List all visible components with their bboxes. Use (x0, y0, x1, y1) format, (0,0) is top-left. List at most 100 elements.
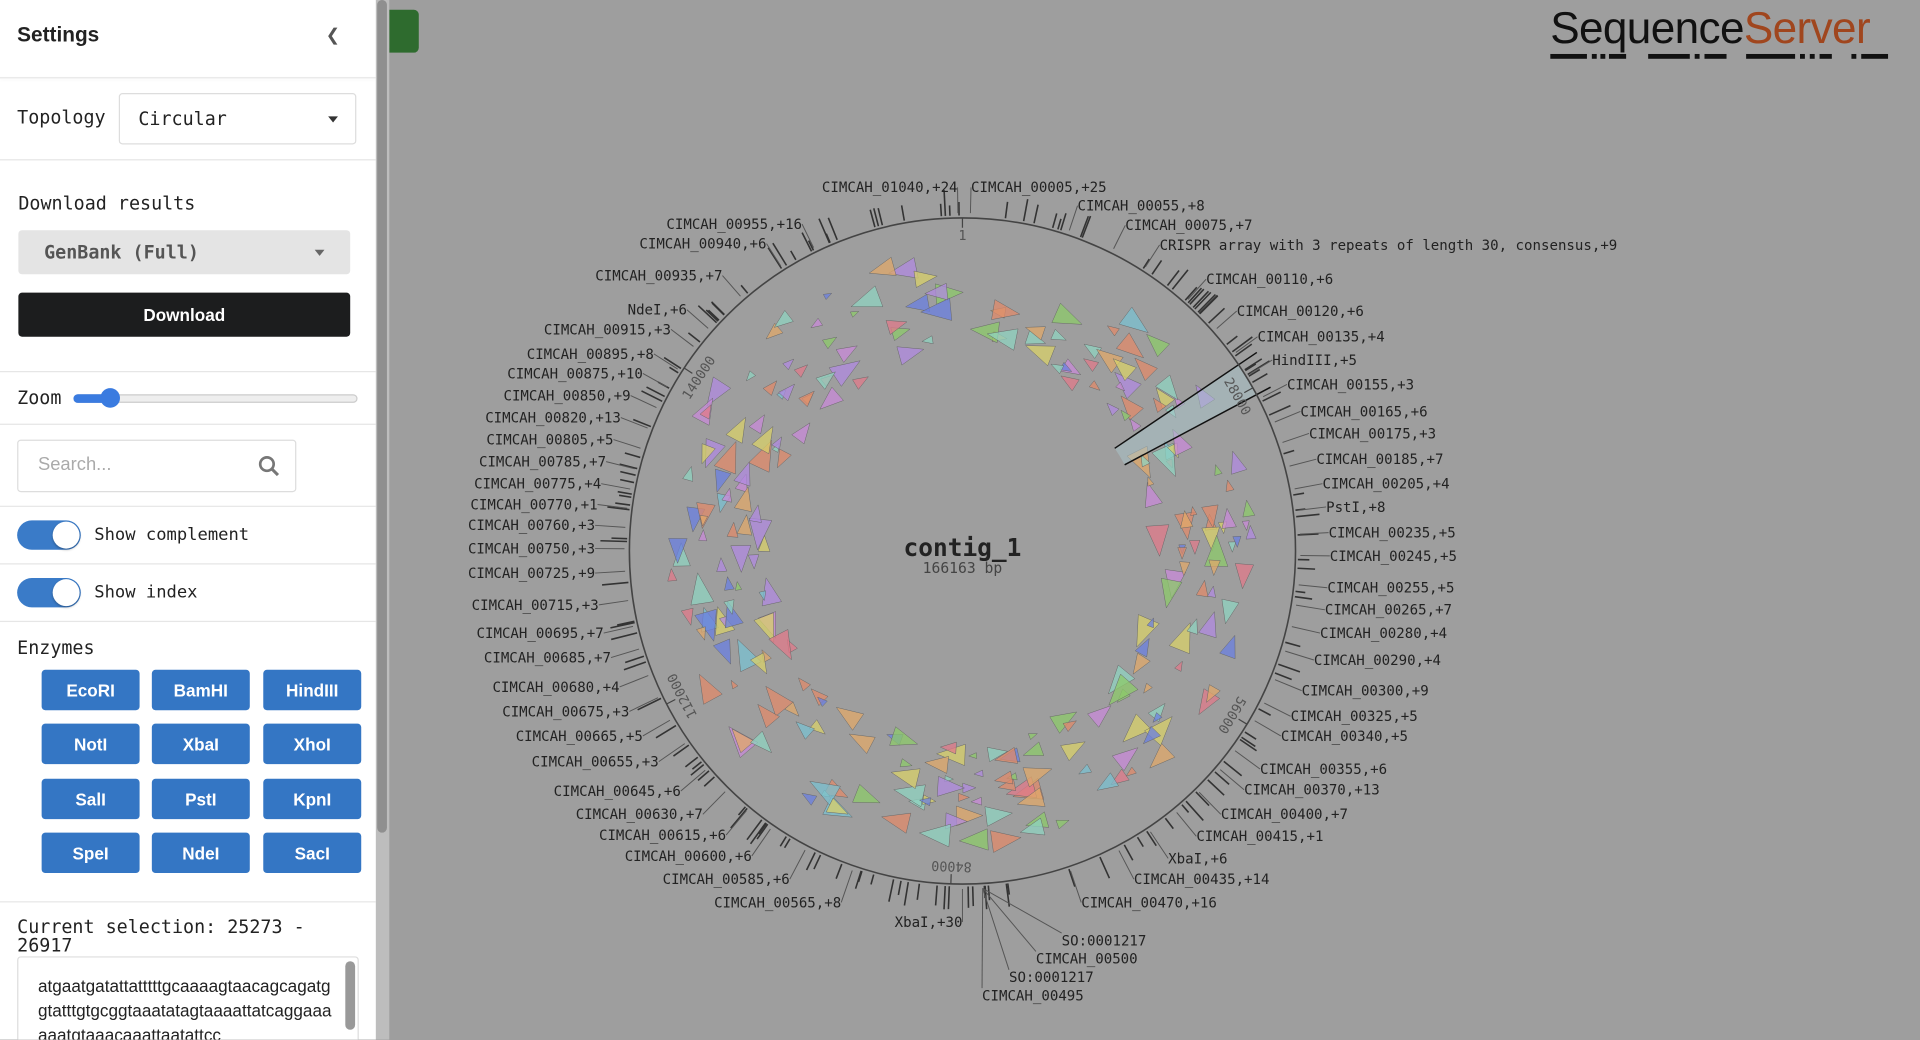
feature-label[interactable]: CIMCAH_00205,+4 (1322, 477, 1449, 493)
feature-label[interactable]: NdeI,+6 (628, 303, 687, 319)
feature-label[interactable]: CIMCAH_00075,+7 (1125, 218, 1252, 234)
feature-label[interactable]: CIMCAH_00245,+5 (1330, 549, 1457, 565)
feature-label[interactable]: CIMCAH_00470,+16 (1081, 895, 1217, 911)
feature-label[interactable]: CIMCAH_00135,+4 (1258, 330, 1385, 346)
label-leader (767, 244, 781, 266)
feature-label[interactable]: CIMCAH_00695,+7 (477, 626, 604, 642)
feature-tick (941, 204, 942, 216)
feature-label[interactable]: CIMCAH_00585,+6 (663, 872, 790, 888)
feature-label[interactable]: CIMCAH_00940,+6 (639, 237, 766, 253)
feature-arrow (748, 555, 759, 569)
feature-label[interactable]: SO:0001217 (1062, 933, 1147, 949)
feature-label[interactable]: CIMCAH_00645,+6 (554, 784, 681, 800)
label-leader (726, 811, 746, 835)
feature-label[interactable]: CIMCAH_00615,+6 (599, 828, 726, 844)
feature-label[interactable]: CIMCAH_00935,+7 (595, 268, 722, 284)
feature-label[interactable]: CIMCAH_00675,+3 (502, 704, 629, 720)
feature-label[interactable]: CIMCAH_00785,+7 (479, 455, 606, 471)
feature-arrow (1083, 359, 1098, 372)
feature-label[interactable]: CIMCAH_00325,+5 (1291, 709, 1418, 725)
label-leader (1285, 651, 1314, 660)
feature-label[interactable]: CIMCAH_00265,+7 (1325, 603, 1452, 619)
feature-label[interactable]: CIMCAH_00955,+16 (666, 217, 802, 233)
label-leader (613, 440, 640, 449)
feature-label[interactable]: CIMCAH_00255,+5 (1327, 581, 1454, 597)
feature-label[interactable]: CIMCAH_00680,+4 (492, 680, 619, 696)
feature-arrow (783, 359, 794, 370)
feature-arrow (1023, 742, 1044, 756)
feature-tick (1143, 259, 1149, 268)
feature-label[interactable]: CRISPR array with 3 repeats of length 30… (1160, 238, 1618, 254)
label-leader (841, 871, 852, 903)
feature-arrow (1222, 599, 1239, 624)
feature-label[interactable]: CIMCAH_00370,+13 (1244, 783, 1380, 799)
feature-label[interactable]: XbaI,+6 (1168, 851, 1227, 867)
feature-arrow (1147, 334, 1170, 356)
feature-label[interactable]: CIMCAH_00850,+9 (503, 388, 630, 404)
feature-label[interactable]: CIMCAH_00120,+6 (1237, 304, 1364, 320)
feature-label[interactable]: CIMCAH_00875,+10 (507, 366, 643, 382)
feature-label[interactable]: CIMCAH_00290,+4 (1314, 653, 1441, 669)
feature-arrow (1243, 500, 1255, 517)
feature-tick (1186, 801, 1203, 820)
feature-label[interactable]: CIMCAH_00820,+13 (485, 410, 621, 426)
feature-label[interactable]: CIMCAH_00750,+3 (468, 541, 595, 557)
feature-arrow (683, 466, 693, 481)
feature-arrow (1148, 477, 1154, 486)
feature-label[interactable]: CIMCAH_00500 (1036, 952, 1138, 968)
feature-label[interactable]: CIMCAH_00175,+3 (1309, 426, 1436, 442)
feature-tick (871, 875, 874, 885)
feature-label[interactable]: CIMCAH_00165,+6 (1300, 404, 1427, 420)
feature-tick (688, 333, 700, 342)
feature-label[interactable]: CIMCAH_00110,+6 (1206, 272, 1333, 288)
feature-label[interactable]: CIMCAH_00915,+3 (544, 322, 671, 338)
label-leader (606, 462, 635, 469)
feature-label[interactable]: CIMCAH_01040,+24 (822, 180, 958, 196)
feature-tick (1182, 805, 1189, 813)
feature-label[interactable]: CIMCAH_00770,+1 (470, 497, 597, 513)
feature-label[interactable]: CIMCAH_00630,+7 (576, 807, 703, 823)
feature-arrow (1135, 358, 1158, 381)
feature-label[interactable]: CIMCAH_00685,+7 (484, 650, 611, 666)
feature-label[interactable]: CIMCAH_00155,+3 (1287, 377, 1414, 393)
feature-arrow (959, 829, 988, 850)
feature-label[interactable]: CIMCAH_00495 (982, 988, 1084, 1004)
feature-label[interactable]: HindIII,+5 (1272, 353, 1357, 369)
feature-label[interactable]: CIMCAH_00355,+6 (1260, 762, 1387, 778)
feature-label[interactable]: CIMCAH_00055,+8 (1078, 199, 1205, 215)
feature-label[interactable]: SO:0001217 (1009, 970, 1094, 986)
label-leader (1069, 206, 1077, 231)
feature-label[interactable]: CIMCAH_00565,+8 (714, 895, 841, 911)
feature-label[interactable]: CIMCAH_00665,+5 (516, 729, 643, 745)
feature-label[interactable]: CIMCAH_00415,+1 (1196, 829, 1323, 845)
circular-map[interactable]: 1280005600084000112000140000contig_11661… (0, 0, 1920, 1040)
feature-label[interactable]: XbaI,+30 (895, 915, 963, 931)
feature-arrow (994, 771, 1013, 784)
feature-label[interactable]: CIMCAH_00400,+7 (1221, 807, 1348, 823)
feature-label[interactable]: CIMCAH_00805,+5 (486, 432, 613, 448)
feature-label[interactable]: CIMCAH_00760,+3 (468, 518, 595, 534)
feature-label[interactable]: PstI,+8 (1326, 500, 1385, 516)
feature-label[interactable]: CIMCAH_00775,+4 (474, 477, 601, 493)
feature-label[interactable]: CIMCAH_00235,+5 (1329, 526, 1456, 542)
feature-label[interactable]: CIMCAH_00185,+7 (1316, 452, 1443, 468)
feature-label[interactable]: CIMCAH_00725,+9 (468, 566, 595, 582)
label-leader (1235, 751, 1260, 769)
label-leader (1255, 721, 1281, 736)
feature-tick (768, 248, 781, 269)
feature-label[interactable]: CIMCAH_00005,+25 (971, 180, 1107, 196)
feature-arrow (820, 387, 844, 409)
feature-arrow (691, 573, 714, 605)
feature-label[interactable]: CIMCAH_00340,+5 (1281, 729, 1408, 745)
feature-label[interactable]: CIMCAH_00715,+3 (472, 598, 599, 614)
feature-label[interactable]: CIMCAH_00435,+14 (1134, 872, 1270, 888)
feature-label[interactable]: CIMCAH_00895,+8 (527, 347, 654, 363)
feature-tick (1061, 213, 1066, 230)
feature-arrow (1220, 635, 1235, 658)
feature-label[interactable]: CIMCAH_00655,+3 (532, 755, 659, 771)
feature-label[interactable]: CIMCAH_00280,+4 (1320, 626, 1447, 642)
feature-label[interactable]: CIMCAH_00300,+9 (1302, 684, 1429, 700)
feature-label[interactable]: CIMCAH_00600,+6 (625, 849, 752, 865)
feature-tick (704, 777, 714, 786)
label-leader (1150, 832, 1168, 858)
